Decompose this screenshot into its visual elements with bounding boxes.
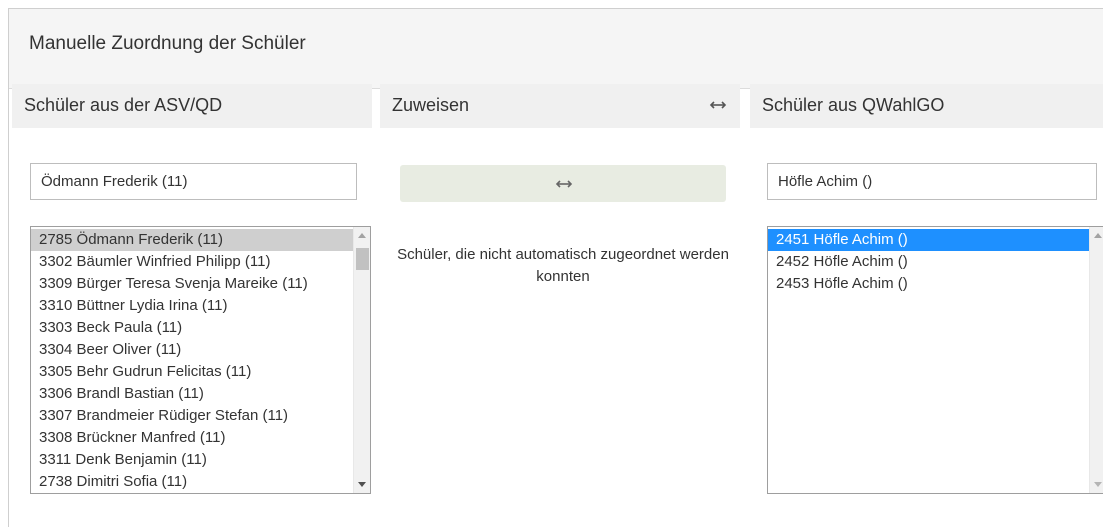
list-item[interactable]: 3306 Brandl Bastian (11) (31, 383, 353, 405)
list-item[interactable]: 3311 Denk Benjamin (11) (31, 449, 353, 471)
right-column-header: Schüler aus QWahlGO (750, 84, 1103, 128)
panel-title: Manuelle Zuordnung der Schüler (29, 33, 306, 54)
panel-header: Manuelle Zuordnung der Schüler (9, 9, 1103, 89)
left-column-header: Schüler aus der ASV/QD (12, 84, 372, 128)
swap-arrows-icon (709, 101, 727, 109)
list-item[interactable]: 2738 Dimitri Sofia (11) (31, 471, 353, 493)
list-item[interactable]: 2453 Höfle Achim () (768, 273, 1089, 295)
list-item[interactable]: 3304 Beer Oliver (11) (31, 339, 353, 361)
list-item[interactable]: 3302 Bäumler Winfried Philipp (11) (31, 251, 353, 273)
qwahlgo-student-list[interactable]: 2451 Höfle Achim () 2452 Höfle Achim () 24… (767, 226, 1103, 494)
list-item[interactable]: 3307 Brandmeier Rüdiger Stefan (11) (31, 405, 353, 427)
scroll-down-arrow-icon[interactable] (1090, 476, 1103, 493)
list-item[interactable]: 3310 Büttner Lydia Irina (11) (31, 295, 353, 317)
asv-list-scrollbar[interactable] (353, 227, 370, 493)
scroll-up-arrow-icon[interactable] (1090, 227, 1103, 244)
right-column-title: Schüler aus QWahlGO (762, 95, 945, 115)
swap-arrows-icon (555, 180, 573, 188)
middle-column-header: Zuweisen (380, 84, 740, 128)
asv-student-search-input[interactable] (30, 163, 357, 200)
unassigned-students-message: Schüler, die nicht automatisch zugeordne… (397, 246, 729, 285)
list-item[interactable]: 3303 Beck Paula (11) (31, 317, 353, 339)
asv-student-list[interactable]: 2785 Ödmann Frederik (11) 3302 Bäumler Wi… (30, 226, 371, 494)
scroll-thumb[interactable] (356, 248, 369, 270)
scroll-down-arrow-icon[interactable] (354, 476, 370, 493)
qwahlgo-student-search-input[interactable] (767, 163, 1097, 200)
qwahlgo-list-scrollbar[interactable] (1089, 227, 1103, 493)
list-item[interactable]: 3309 Bürger Teresa Svenja Mareike (11) (31, 273, 353, 295)
qwahlgo-student-list-items: 2451 Höfle Achim () 2452 Höfle Achim () 24… (768, 229, 1089, 295)
list-item[interactable]: 2452 Höfle Achim () (768, 251, 1089, 273)
scroll-up-arrow-icon[interactable] (354, 227, 370, 244)
assign-button[interactable] (400, 165, 726, 202)
middle-column-title: Zuweisen (392, 95, 470, 115)
list-item[interactable]: 2451 Höfle Achim () (768, 229, 1089, 251)
list-item[interactable]: 3305 Behr Gudrun Felicitas (11) (31, 361, 353, 383)
asv-student-list-items: 2785 Ödmann Frederik (11) 3302 Bäumler Wi… (31, 229, 353, 493)
left-column-title: Schüler aus der ASV/QD (24, 95, 223, 115)
list-item[interactable]: 2785 Ödmann Frederik (11) (31, 229, 353, 251)
list-item[interactable]: 3308 Brückner Manfred (11) (31, 427, 353, 449)
